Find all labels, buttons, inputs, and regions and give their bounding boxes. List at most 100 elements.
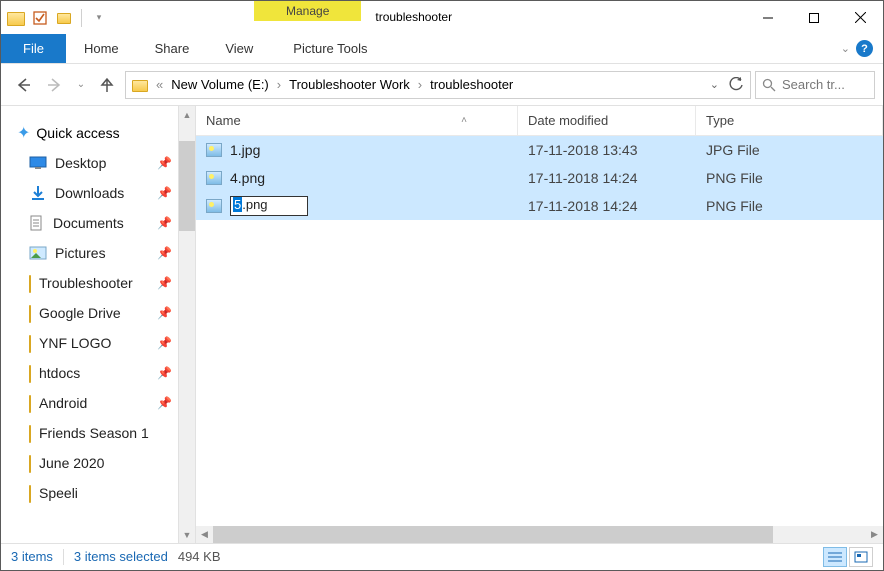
titlebar: ▾ Manage troubleshooter: [1, 1, 883, 34]
breadcrumb[interactable]: troubleshooter: [430, 77, 513, 92]
folder-small-icon[interactable]: [53, 7, 75, 29]
search-placeholder: Search tr...: [782, 77, 845, 92]
pin-icon: 📌: [157, 186, 172, 200]
file-type: PNG File: [696, 170, 883, 186]
sidebar-item[interactable]: Speeli: [1, 478, 178, 508]
recent-dropdown-icon[interactable]: ⌄: [73, 71, 89, 99]
sidebar-item[interactable]: Documents 📌: [1, 208, 178, 238]
sidebar-scrollbar[interactable]: ▲ ▼: [178, 106, 195, 543]
pin-icon: 📌: [157, 336, 172, 350]
star-icon: ✦: [17, 123, 30, 143]
qat-dropdown-icon[interactable]: ▾: [88, 7, 110, 29]
view-thumbnails-button[interactable]: [849, 547, 873, 567]
file-list: Name ˄ Date modified Type 1.jpg17-11-201…: [196, 106, 883, 543]
sidebar-item[interactable]: htdocs 📌: [1, 358, 178, 388]
breadcrumb[interactable]: New Volume (E:): [171, 77, 269, 92]
sidebar-item-label: Troubleshooter: [39, 275, 133, 291]
sidebar-item-label: htdocs: [39, 365, 80, 381]
pin-icon: 📌: [157, 246, 172, 260]
sidebar-item-label: June 2020: [39, 455, 104, 471]
tab-share[interactable]: Share: [137, 34, 208, 63]
folder-icon: [29, 425, 31, 441]
sidebar-item[interactable]: Pictures📌: [1, 238, 178, 268]
window-title: troubleshooter: [361, 1, 466, 34]
address-bar[interactable]: « New Volume (E:) › Troubleshooter Work …: [125, 71, 751, 99]
sidebar-item-label: Desktop: [55, 155, 106, 171]
sidebar-item[interactable]: Desktop 📌: [1, 148, 178, 178]
file-date: 17-11-2018 13:43: [518, 142, 696, 158]
sidebar-item[interactable]: Friends Season 1: [1, 418, 178, 448]
folder-icon: [132, 80, 148, 92]
properties-icon[interactable]: [29, 7, 51, 29]
refresh-icon[interactable]: [729, 77, 744, 92]
pin-icon: 📌: [157, 276, 172, 290]
folder-icon: [29, 485, 31, 501]
folder-icon: [29, 365, 31, 381]
tab-view[interactable]: View: [207, 34, 271, 63]
column-header-date[interactable]: Date modified: [518, 106, 696, 135]
content-scrollbar[interactable]: ◀ ▶: [196, 526, 883, 543]
sort-indicator-icon: ˄: [461, 115, 467, 126]
sidebar-item[interactable]: June 2020: [1, 448, 178, 478]
forward-button[interactable]: [41, 71, 69, 99]
navigation-bar: ⌄ « New Volume (E:) › Troubleshooter Wor…: [1, 64, 883, 106]
image-file-icon: [206, 171, 222, 185]
sidebar-item-label: Speeli: [39, 485, 78, 501]
folder-icon: [29, 455, 31, 471]
table-row[interactable]: 4.png17-11-2018 14:24PNG File: [196, 164, 883, 192]
sidebar-item-label: Google Drive: [39, 305, 121, 321]
search-icon: [762, 78, 776, 92]
table-row[interactable]: 1.jpg17-11-2018 13:43JPG File: [196, 136, 883, 164]
file-tab[interactable]: File: [1, 34, 66, 63]
downloads-icon: [29, 185, 47, 201]
sidebar-item-label: Downloads: [55, 185, 124, 201]
chevron-left-icon[interactable]: «: [154, 77, 165, 92]
image-file-icon: [206, 199, 222, 213]
sidebar-quick-access[interactable]: ✦ Quick access: [1, 118, 178, 148]
view-details-button[interactable]: [823, 547, 847, 567]
pin-icon: 📌: [157, 396, 172, 410]
pin-icon: 📌: [157, 156, 172, 170]
status-bar: 3 items 3 items selected 494 KB: [1, 543, 883, 569]
table-row[interactable]: 5.png17-11-2018 14:24PNG File: [196, 192, 883, 220]
file-date: 17-11-2018 14:24: [518, 170, 696, 186]
folder-icon: [29, 275, 31, 291]
status-item-count: 3 items: [11, 549, 53, 564]
sidebar-item[interactable]: Google Drive 📌: [1, 298, 178, 328]
pin-icon: 📌: [157, 366, 172, 380]
close-button[interactable]: [837, 1, 883, 34]
rename-input[interactable]: 5.png: [230, 196, 308, 216]
navigation-pane: ✦ Quick access Desktop📌Downloads📌Documen…: [1, 106, 196, 543]
sidebar-item-label: Friends Season 1: [39, 425, 149, 441]
help-icon[interactable]: ?: [856, 40, 873, 57]
sidebar-item[interactable]: Android 📌: [1, 388, 178, 418]
maximize-button[interactable]: [791, 1, 837, 34]
pin-icon: 📌: [157, 216, 172, 230]
column-header-type[interactable]: Type: [696, 106, 883, 135]
chevron-right-icon: ›: [275, 77, 283, 92]
sidebar-item[interactable]: Troubleshooter 📌: [1, 268, 178, 298]
desktop-icon: [29, 156, 47, 170]
sidebar-item-label: Documents: [53, 215, 124, 231]
column-header-name[interactable]: Name ˄: [196, 106, 518, 135]
address-dropdown-icon[interactable]: ⌄: [710, 78, 719, 91]
documents-icon: [29, 215, 45, 231]
pin-icon: 📌: [157, 306, 172, 320]
ribbon: File Home Share View Picture Tools ⌄ ?: [1, 34, 883, 64]
search-input[interactable]: Search tr...: [755, 71, 875, 99]
sidebar-item[interactable]: YNF LOGO 📌: [1, 328, 178, 358]
minimize-button[interactable]: [745, 1, 791, 34]
sidebar-item[interactable]: Downloads 📌: [1, 178, 178, 208]
tab-home[interactable]: Home: [66, 34, 137, 63]
folder-icon: [29, 395, 31, 411]
ribbon-expand-icon[interactable]: ⌄: [841, 42, 850, 55]
folder-icon: [29, 335, 31, 351]
status-size: 494 KB: [178, 549, 221, 564]
sidebar-item-label: Android: [39, 395, 87, 411]
sidebar-item-label: YNF LOGO: [39, 335, 111, 351]
breadcrumb[interactable]: Troubleshooter Work: [289, 77, 410, 92]
up-button[interactable]: [93, 71, 121, 99]
tab-picture-tools[interactable]: Picture Tools: [271, 34, 389, 63]
back-button[interactable]: [9, 71, 37, 99]
context-tab-label: Manage: [254, 1, 361, 21]
